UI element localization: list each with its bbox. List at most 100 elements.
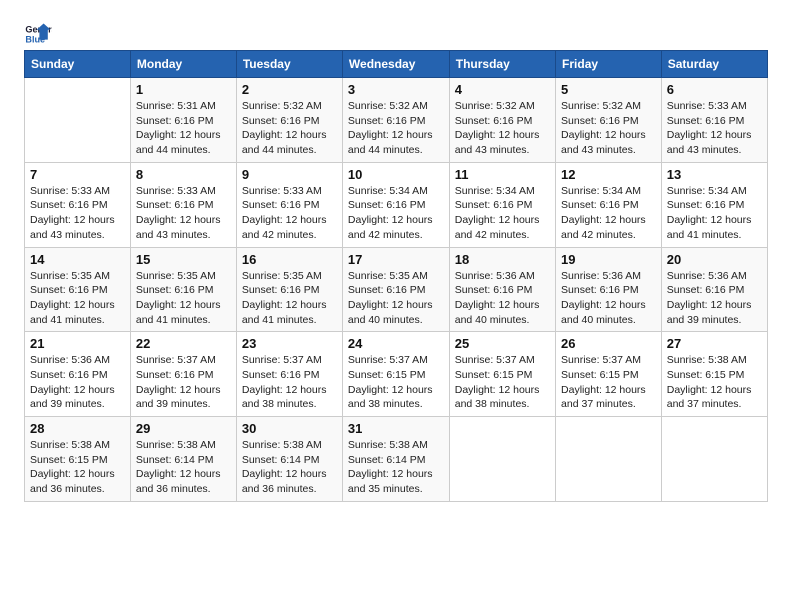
day-info: Sunrise: 5:35 AM Sunset: 6:16 PM Dayligh…: [242, 269, 337, 328]
day-info: Sunrise: 5:32 AM Sunset: 6:16 PM Dayligh…: [455, 99, 550, 158]
calendar-table: SundayMondayTuesdayWednesdayThursdayFrid…: [24, 50, 768, 502]
day-number: 17: [348, 252, 444, 267]
day-number: 25: [455, 336, 550, 351]
day-info: Sunrise: 5:34 AM Sunset: 6:16 PM Dayligh…: [348, 184, 444, 243]
calendar-cell: 18 Sunrise: 5:36 AM Sunset: 6:16 PM Dayli…: [449, 247, 555, 332]
calendar-cell: 26 Sunrise: 5:37 AM Sunset: 6:15 PM Dayli…: [556, 332, 662, 417]
day-info: Sunrise: 5:32 AM Sunset: 6:16 PM Dayligh…: [242, 99, 337, 158]
day-info: Sunrise: 5:34 AM Sunset: 6:16 PM Dayligh…: [667, 184, 762, 243]
calendar-cell: 19 Sunrise: 5:36 AM Sunset: 6:16 PM Dayli…: [556, 247, 662, 332]
header-tuesday: Tuesday: [236, 51, 342, 78]
calendar-cell: 8 Sunrise: 5:33 AM Sunset: 6:16 PM Daylig…: [130, 162, 236, 247]
day-number: 8: [136, 167, 231, 182]
day-info: Sunrise: 5:38 AM Sunset: 6:14 PM Dayligh…: [242, 438, 337, 497]
day-number: 5: [561, 82, 656, 97]
day-number: 11: [455, 167, 550, 182]
day-number: 6: [667, 82, 762, 97]
day-info: Sunrise: 5:33 AM Sunset: 6:16 PM Dayligh…: [30, 184, 125, 243]
header-sunday: Sunday: [25, 51, 131, 78]
day-number: 2: [242, 82, 337, 97]
day-number: 15: [136, 252, 231, 267]
header-friday: Friday: [556, 51, 662, 78]
calendar-cell: 22 Sunrise: 5:37 AM Sunset: 6:16 PM Dayli…: [130, 332, 236, 417]
calendar-cell: 28 Sunrise: 5:38 AM Sunset: 6:15 PM Dayli…: [25, 417, 131, 502]
calendar-cell: 7 Sunrise: 5:33 AM Sunset: 6:16 PM Daylig…: [25, 162, 131, 247]
calendar-cell: 15 Sunrise: 5:35 AM Sunset: 6:16 PM Dayli…: [130, 247, 236, 332]
calendar-cell: [661, 417, 767, 502]
day-number: 30: [242, 421, 337, 436]
day-number: 28: [30, 421, 125, 436]
header-monday: Monday: [130, 51, 236, 78]
day-info: Sunrise: 5:32 AM Sunset: 6:16 PM Dayligh…: [561, 99, 656, 158]
calendar-cell: 11 Sunrise: 5:34 AM Sunset: 6:16 PM Dayli…: [449, 162, 555, 247]
day-number: 23: [242, 336, 337, 351]
day-number: 16: [242, 252, 337, 267]
calendar-cell: 2 Sunrise: 5:32 AM Sunset: 6:16 PM Daylig…: [236, 78, 342, 163]
calendar-cell: 5 Sunrise: 5:32 AM Sunset: 6:16 PM Daylig…: [556, 78, 662, 163]
day-number: 9: [242, 167, 337, 182]
day-info: Sunrise: 5:37 AM Sunset: 6:16 PM Dayligh…: [136, 353, 231, 412]
day-number: 24: [348, 336, 444, 351]
calendar-cell: 6 Sunrise: 5:33 AM Sunset: 6:16 PM Daylig…: [661, 78, 767, 163]
calendar-cell: 14 Sunrise: 5:35 AM Sunset: 6:16 PM Dayli…: [25, 247, 131, 332]
day-number: 26: [561, 336, 656, 351]
calendar-cell: 17 Sunrise: 5:35 AM Sunset: 6:16 PM Dayli…: [342, 247, 449, 332]
day-info: Sunrise: 5:35 AM Sunset: 6:16 PM Dayligh…: [30, 269, 125, 328]
logo: General Blue: [24, 20, 56, 48]
calendar-cell: 24 Sunrise: 5:37 AM Sunset: 6:15 PM Dayli…: [342, 332, 449, 417]
day-info: Sunrise: 5:36 AM Sunset: 6:16 PM Dayligh…: [30, 353, 125, 412]
day-info: Sunrise: 5:37 AM Sunset: 6:15 PM Dayligh…: [348, 353, 444, 412]
calendar-cell: [25, 78, 131, 163]
day-info: Sunrise: 5:32 AM Sunset: 6:16 PM Dayligh…: [348, 99, 444, 158]
day-number: 22: [136, 336, 231, 351]
day-info: Sunrise: 5:38 AM Sunset: 6:14 PM Dayligh…: [348, 438, 444, 497]
day-number: 1: [136, 82, 231, 97]
calendar-cell: 27 Sunrise: 5:38 AM Sunset: 6:15 PM Dayli…: [661, 332, 767, 417]
day-info: Sunrise: 5:33 AM Sunset: 6:16 PM Dayligh…: [242, 184, 337, 243]
calendar-cell: 13 Sunrise: 5:34 AM Sunset: 6:16 PM Dayli…: [661, 162, 767, 247]
day-info: Sunrise: 5:38 AM Sunset: 6:15 PM Dayligh…: [667, 353, 762, 412]
day-number: 7: [30, 167, 125, 182]
day-number: 12: [561, 167, 656, 182]
day-info: Sunrise: 5:34 AM Sunset: 6:16 PM Dayligh…: [561, 184, 656, 243]
calendar-cell: 25 Sunrise: 5:37 AM Sunset: 6:15 PM Dayli…: [449, 332, 555, 417]
day-number: 19: [561, 252, 656, 267]
header-thursday: Thursday: [449, 51, 555, 78]
day-number: 4: [455, 82, 550, 97]
day-info: Sunrise: 5:31 AM Sunset: 6:16 PM Dayligh…: [136, 99, 231, 158]
calendar-cell: 20 Sunrise: 5:36 AM Sunset: 6:16 PM Dayli…: [661, 247, 767, 332]
day-number: 14: [30, 252, 125, 267]
day-info: Sunrise: 5:38 AM Sunset: 6:14 PM Dayligh…: [136, 438, 231, 497]
calendar-cell: 10Sunrise: 5:34 AM Sunset: 6:16 PM Dayli…: [342, 162, 449, 247]
calendar-cell: 16 Sunrise: 5:35 AM Sunset: 6:16 PM Dayli…: [236, 247, 342, 332]
day-info: Sunrise: 5:34 AM Sunset: 6:16 PM Dayligh…: [455, 184, 550, 243]
day-info: Sunrise: 5:33 AM Sunset: 6:16 PM Dayligh…: [667, 99, 762, 158]
day-number: 21: [30, 336, 125, 351]
day-number: 3: [348, 82, 444, 97]
calendar-cell: 21 Sunrise: 5:36 AM Sunset: 6:16 PM Dayli…: [25, 332, 131, 417]
calendar-cell: 30 Sunrise: 5:38 AM Sunset: 6:14 PM Dayli…: [236, 417, 342, 502]
calendar-cell: 29 Sunrise: 5:38 AM Sunset: 6:14 PM Dayli…: [130, 417, 236, 502]
calendar-cell: [449, 417, 555, 502]
day-info: Sunrise: 5:38 AM Sunset: 6:15 PM Dayligh…: [30, 438, 125, 497]
day-info: Sunrise: 5:37 AM Sunset: 6:15 PM Dayligh…: [455, 353, 550, 412]
calendar-cell: 3 Sunrise: 5:32 AM Sunset: 6:16 PM Daylig…: [342, 78, 449, 163]
day-info: Sunrise: 5:35 AM Sunset: 6:16 PM Dayligh…: [348, 269, 444, 328]
calendar-cell: 9 Sunrise: 5:33 AM Sunset: 6:16 PM Daylig…: [236, 162, 342, 247]
calendar-cell: 4 Sunrise: 5:32 AM Sunset: 6:16 PM Daylig…: [449, 78, 555, 163]
day-info: Sunrise: 5:37 AM Sunset: 6:15 PM Dayligh…: [561, 353, 656, 412]
day-number: 31: [348, 421, 444, 436]
day-info: Sunrise: 5:35 AM Sunset: 6:16 PM Dayligh…: [136, 269, 231, 328]
day-info: Sunrise: 5:36 AM Sunset: 6:16 PM Dayligh…: [455, 269, 550, 328]
day-info: Sunrise: 5:33 AM Sunset: 6:16 PM Dayligh…: [136, 184, 231, 243]
day-number: 20: [667, 252, 762, 267]
day-info: Sunrise: 5:37 AM Sunset: 6:16 PM Dayligh…: [242, 353, 337, 412]
day-number: 27: [667, 336, 762, 351]
calendar-cell: 23 Sunrise: 5:37 AM Sunset: 6:16 PM Dayli…: [236, 332, 342, 417]
calendar-cell: [556, 417, 662, 502]
day-info: Sunrise: 5:36 AM Sunset: 6:16 PM Dayligh…: [667, 269, 762, 328]
day-number: 18: [455, 252, 550, 267]
day-number: 13: [667, 167, 762, 182]
day-number: 29: [136, 421, 231, 436]
day-info: Sunrise: 5:36 AM Sunset: 6:16 PM Dayligh…: [561, 269, 656, 328]
